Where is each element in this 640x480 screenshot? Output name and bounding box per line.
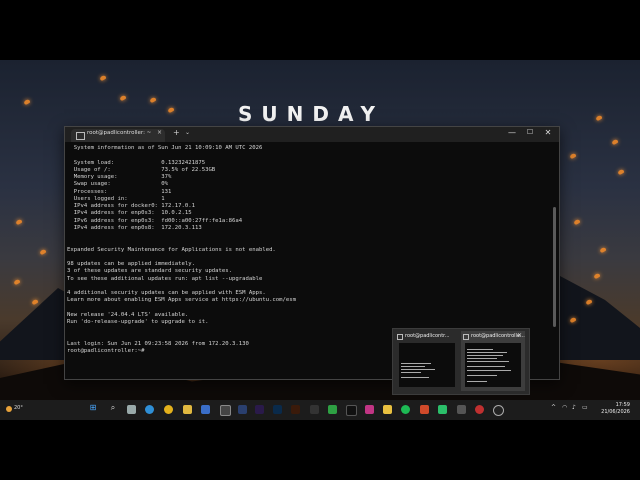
ember-decor: [99, 74, 107, 82]
app-icon[interactable]: [383, 405, 392, 414]
terminal-line: Expanded Security Maintenance for Applic…: [67, 246, 276, 253]
ember-decor: [15, 218, 23, 226]
terminal-line: IPv4 address for enp0s3: 10.0.2.15: [67, 210, 192, 217]
terminal-line: 98 updates can be applied immediately.: [67, 261, 195, 267]
letterbox-top: [0, 0, 640, 60]
terminal-line: 4 additional security updates can be app…: [67, 290, 266, 296]
ember-decor: [119, 94, 127, 102]
spotify-icon[interactable]: [401, 405, 410, 414]
ember-decor: [23, 98, 31, 106]
volume-icon[interactable]: ♪: [572, 404, 576, 411]
ember-decor: [593, 272, 601, 280]
terminal-line: Processes: 131: [67, 188, 172, 195]
ember-decor: [617, 168, 625, 176]
ember-decor: [13, 278, 21, 286]
tab-close-icon[interactable]: ×: [157, 129, 162, 136]
terminal-line: IPv4 address for docker0: 172.17.0.1: [67, 203, 195, 209]
taskbar: 20° ⊞ ⌕ ^ ◠ ♪ ▭ 17:59 21/06/2026: [0, 400, 640, 420]
ember-decor: [39, 248, 47, 256]
app-icon[interactable]: [457, 405, 466, 414]
terminal-line: Usage of /: 73.5% of 22.53GB: [67, 166, 216, 173]
ember-decor: [573, 218, 581, 226]
terminal-scrollbar[interactable]: [553, 207, 556, 327]
preview-title: root@padlicontr...: [405, 333, 450, 339]
windows-start-icon[interactable]: ⊞: [88, 403, 98, 412]
preview-thumbnail: [465, 343, 521, 387]
taskbar-preview-popup: root@padlicontr... root@padlicontrolle..…: [392, 328, 530, 395]
clock-time: 17:59: [615, 402, 630, 408]
terminal-icon: [463, 334, 469, 340]
terminal-line: System information as of Sun Jun 21 10:0…: [67, 145, 263, 151]
close-icon[interactable]: ✕: [517, 332, 522, 339]
ember-decor: [167, 106, 175, 114]
chevron-down-icon[interactable]: ⌄: [185, 129, 190, 136]
terminal-taskbar-icon[interactable]: [220, 405, 231, 416]
whatsapp-icon[interactable]: [438, 405, 447, 414]
wallpaper-title: SUNDAY: [238, 102, 385, 126]
app-icon[interactable]: [310, 405, 319, 414]
after-effects-icon[interactable]: [255, 405, 264, 414]
photoshop-icon[interactable]: [273, 405, 282, 414]
preview-thumbnail: [399, 343, 455, 387]
ember-decor: [31, 298, 39, 306]
preview-item-active[interactable]: root@padlicontrolle... ✕: [461, 331, 525, 391]
app-icon[interactable]: [475, 405, 484, 414]
tiktok-icon[interactable]: [346, 405, 357, 416]
terminal-line: Swap usage: 0%: [67, 181, 169, 188]
terminal-line: 3 of these updates are standard security…: [67, 268, 233, 275]
terminal-line: Users logged in: 1: [67, 195, 165, 202]
terminal-line: System load: 0.13232421875: [67, 159, 206, 166]
terminal-titlebar[interactable]: ▣ root@padlicontroller: ~ × + ⌄ — ☐ ✕: [65, 127, 559, 142]
wifi-icon[interactable]: ◠: [562, 404, 567, 411]
terminal-tab-label: root@padlicontroller: ~: [87, 130, 152, 136]
weather-temp: 20°: [14, 405, 23, 411]
app-icon[interactable]: [328, 405, 337, 414]
terminal-tab[interactable]: ▣ root@padlicontroller: ~ ×: [71, 129, 165, 142]
maximize-button[interactable]: ☐: [523, 128, 537, 136]
app-icon[interactable]: [420, 405, 429, 414]
new-tab-button[interactable]: +: [173, 128, 180, 137]
ember-decor: [611, 138, 619, 146]
ember-decor: [149, 96, 157, 104]
search-icon[interactable]: ⌕: [108, 403, 118, 413]
ember-decor: [595, 114, 603, 122]
terminal-line: To see these additional updates run: apt…: [67, 275, 263, 282]
clock-date: 21/06/2026: [601, 409, 630, 415]
file-explorer-icon[interactable]: [183, 405, 192, 414]
close-button[interactable]: ✕: [541, 128, 555, 137]
terminal-icon: [397, 334, 403, 340]
minimize-button[interactable]: —: [505, 128, 519, 137]
ember-decor: [599, 246, 607, 254]
terminal-line: Run 'do-release-upgrade' to upgrade to i…: [67, 319, 209, 325]
ember-decor: [569, 152, 577, 160]
battery-icon[interactable]: ▭: [582, 404, 588, 411]
edge-icon[interactable]: [145, 405, 154, 414]
terminal-line: IPv6 address for enp0s3: fd00::a00:27ff:…: [67, 217, 243, 224]
illustrator-icon[interactable]: [291, 405, 300, 414]
terminal-line: New release '24.04.4 LTS' available.: [67, 311, 189, 318]
terminal-line: Memory usage: 37%: [67, 174, 172, 180]
terminal-line: IPv4 address for enp0s8: 172.20.3.113: [67, 224, 202, 231]
preview-item[interactable]: root@padlicontr...: [395, 331, 459, 391]
letterbox-bottom: [0, 420, 640, 480]
media-player-icon[interactable]: [493, 405, 504, 416]
terminal-icon: ▣: [76, 132, 85, 140]
chrome-icon[interactable]: [164, 405, 173, 414]
clock[interactable]: 17:59 21/06/2026: [592, 402, 630, 416]
settings-icon[interactable]: [238, 405, 247, 414]
app-icon[interactable]: [201, 405, 210, 414]
instagram-icon[interactable]: [365, 405, 374, 414]
task-view-icon[interactable]: [127, 405, 136, 414]
weather-icon: [6, 406, 12, 412]
weather-widget[interactable]: 20°: [6, 404, 28, 416]
terminal-line: Learn more about enabling ESM Apps servi…: [67, 297, 297, 304]
chevron-up-icon[interactable]: ^: [551, 404, 556, 411]
